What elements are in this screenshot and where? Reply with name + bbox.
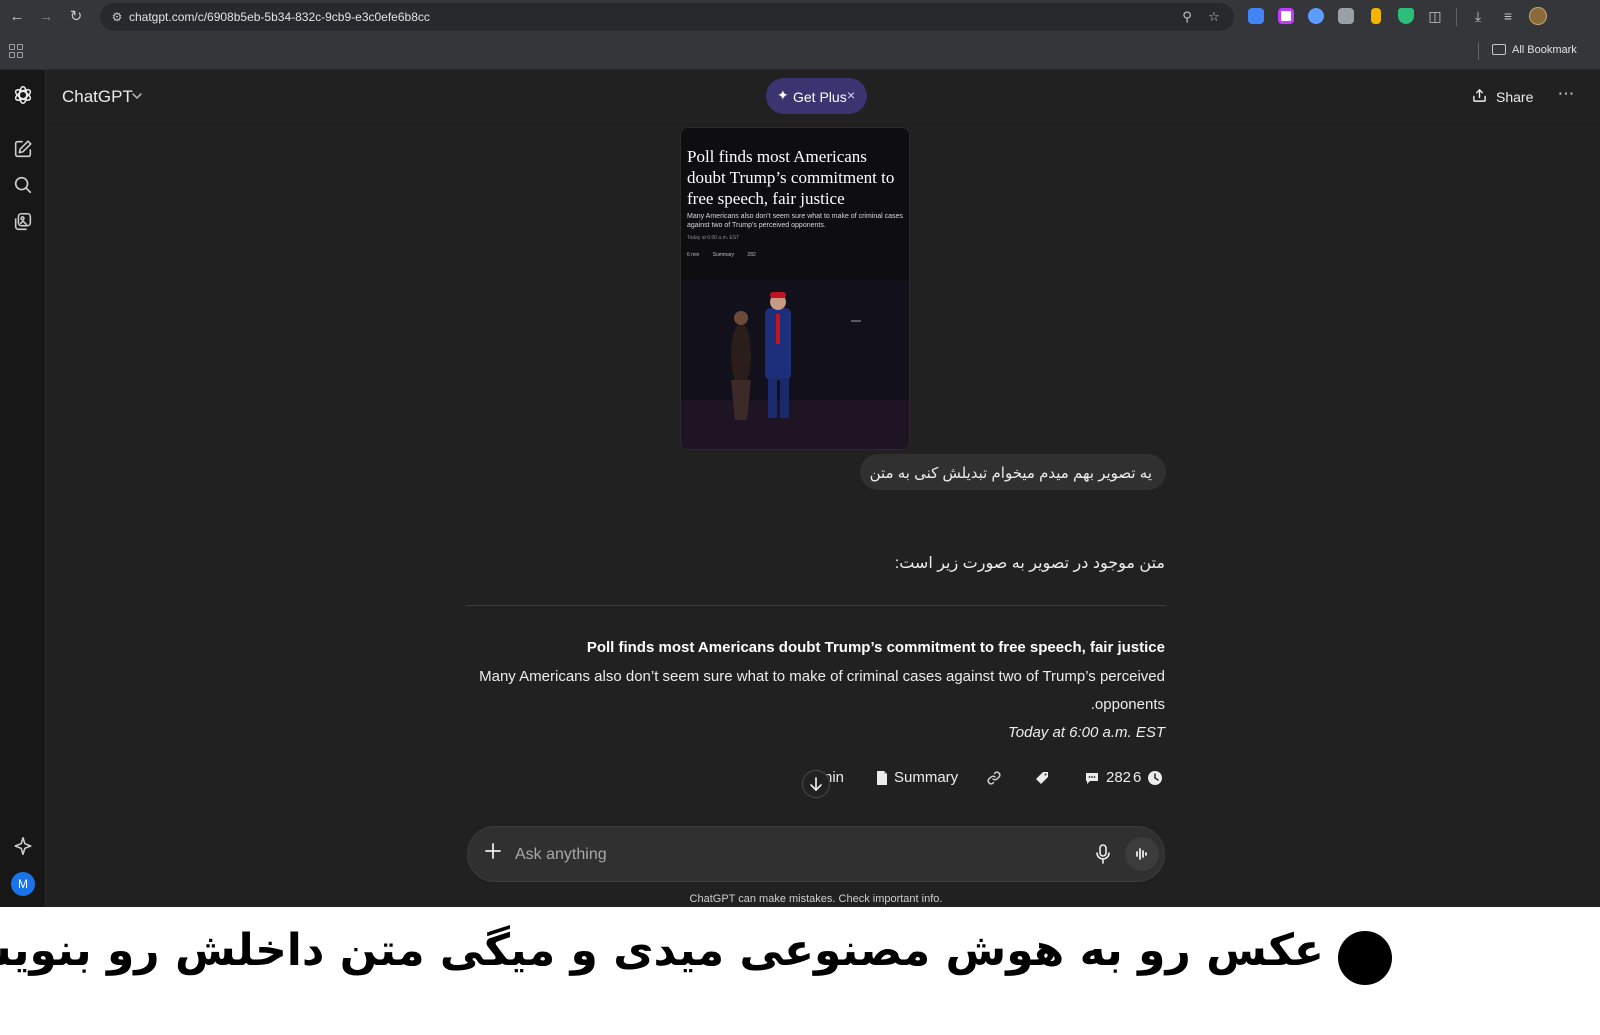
image-meta-row: 6 min Summary 282 — [687, 252, 887, 260]
divider — [466, 605, 1166, 606]
meta-summary: Summary — [894, 769, 959, 786]
document-icon — [877, 771, 887, 785]
image-meta-read-time: 6 min — [687, 252, 700, 258]
label-tag-icon — [1036, 772, 1048, 784]
reload-icon[interactable]: ↻ — [65, 6, 87, 28]
article-photo — [681, 280, 909, 449]
disclaimer-text: ChatGPT can make mistakes. Check importa… — [689, 893, 943, 905]
extensions-puzzle-icon[interactable]: ◫ — [1425, 6, 1445, 26]
back-arrow-icon[interactable]: ← — [6, 6, 28, 28]
all-bookmarks-link[interactable]: All Bookmark — [1512, 44, 1577, 56]
assistant-extracted-subtitle-line-2: .opponents — [1090, 696, 1165, 713]
download-icon[interactable]: ⤓ — [1468, 6, 1488, 26]
chatgpt-app: M ChatGPT ✦ Get Plus × Share ⋯ Poll find… — [0, 70, 1600, 907]
meta-comment-count: 282 — [1106, 769, 1132, 786]
search-icon[interactable] — [12, 174, 34, 196]
zoom-icon[interactable]: ⚲ — [1178, 8, 1196, 26]
share-label: Share — [1496, 89, 1534, 105]
extension-5-icon[interactable] — [1371, 8, 1381, 24]
chevron-down-icon[interactable] — [131, 90, 143, 102]
uploaded-article-image[interactable]: Poll finds most Americans doubt Trump’s … — [680, 127, 910, 450]
assistant-intro: متن موجود در تصویر به صورت زیر است: — [894, 555, 1165, 572]
share-icon — [1473, 89, 1486, 102]
caption-text: عکس رو به هوش مصنوعی میدی و میگی متن داخ… — [0, 925, 1324, 976]
folder-icon[interactable] — [1492, 44, 1506, 55]
profile-avatar[interactable] — [1529, 7, 1547, 25]
omnibox[interactable]: ⚙ chatgpt.com/c/6908b5eb-5b34-832c-9cb9-… — [100, 3, 1234, 31]
forward-arrow-icon[interactable]: → — [35, 6, 57, 28]
chat-header: ChatGPT ✦ Get Plus × Share ⋯ — [46, 70, 1600, 122]
url-text[interactable]: chatgpt.com/c/6908b5eb-5b34-832c-9cb9-e3… — [129, 10, 430, 24]
link-icon — [987, 771, 1001, 785]
close-icon[interactable]: × — [847, 87, 855, 103]
extension-6-icon[interactable] — [1398, 8, 1414, 24]
assistant-extracted-title: Poll finds most Americans doubt Trump’s … — [586, 639, 1165, 656]
get-plus-button[interactable]: ✦ Get Plus × — [766, 78, 867, 114]
extension-4-icon[interactable] — [1338, 8, 1354, 24]
arrow-down-icon — [810, 777, 822, 791]
photo-figures — [681, 280, 909, 449]
image-meta-summary: Summary — [712, 252, 735, 258]
sparkle-icon[interactable] — [12, 835, 34, 857]
image-date: Today at 6:00 a.m. EST — [687, 235, 740, 241]
reading-list-icon[interactable]: ≡ — [1498, 6, 1518, 26]
extension-1-icon[interactable] — [1248, 8, 1264, 24]
plus-icon[interactable] — [484, 842, 502, 860]
bookmark-star-icon[interactable]: ☆ — [1205, 8, 1223, 26]
new-chat-icon[interactable] — [12, 138, 34, 160]
bookmarks-bar: All Bookmark — [0, 34, 1600, 70]
voice-mode-button[interactable] — [1125, 837, 1159, 871]
library-icon[interactable] — [12, 211, 34, 233]
apps-grid-icon[interactable] — [9, 44, 23, 58]
comment-icon — [1086, 773, 1098, 784]
scroll-to-bottom-button[interactable] — [802, 770, 830, 798]
bullet-dot — [1338, 931, 1392, 985]
message-composer — [467, 826, 1165, 882]
bookmarks-divider — [1478, 42, 1479, 60]
sidebar-rail: M — [0, 70, 46, 907]
toolbar-divider — [1456, 8, 1457, 26]
assistant-extracted-subtitle-line-1: Many Americans also don’t seem sure what… — [479, 668, 1165, 685]
address-bar-row: ← → ↻ ⚙ chatgpt.com/c/6908b5eb-5b34-832c… — [0, 0, 1600, 34]
caption-bar: عکس رو به هوش مصنوعی میدی و میگی متن داخ… — [0, 907, 1600, 1035]
model-selector[interactable]: ChatGPT — [62, 87, 133, 107]
share-button[interactable]: Share — [1468, 86, 1534, 108]
voice-waveform-icon — [1136, 848, 1147, 860]
meta-clock-value: 6 — [1133, 769, 1142, 786]
image-headline: Poll finds most Americans doubt Trump’s … — [687, 147, 895, 208]
clock-icon — [1148, 771, 1162, 785]
extension-3-icon[interactable] — [1308, 8, 1324, 24]
user-message-bubble: یه تصویر بهم میدم میخوام تبدیلش کنی به م… — [860, 454, 1166, 490]
site-info-icon[interactable]: ⚙ — [109, 9, 125, 25]
assistant-extracted-date: Today at 6:00 a.m. EST — [1007, 724, 1165, 741]
prompt-input[interactable] — [515, 844, 1075, 866]
image-meta-comments: 282 — [747, 252, 756, 258]
get-plus-label: Get Plus — [793, 89, 847, 105]
user-message-text: یه تصویر بهم میدم میخوام تبدیلش کنی به م… — [869, 465, 1152, 482]
openai-logo-icon[interactable] — [12, 84, 34, 106]
browser-chrome: ← → ↻ ⚙ chatgpt.com/c/6908b5eb-5b34-832c… — [0, 0, 1600, 70]
more-options-icon[interactable]: ⋯ — [1554, 82, 1578, 106]
sparkle-icon: ✦ — [777, 87, 789, 103]
microphone-icon[interactable] — [1094, 844, 1112, 864]
extension-2-icon[interactable] — [1278, 8, 1294, 24]
image-subhead: Many Americans also don’t seem sure what… — [687, 213, 903, 229]
